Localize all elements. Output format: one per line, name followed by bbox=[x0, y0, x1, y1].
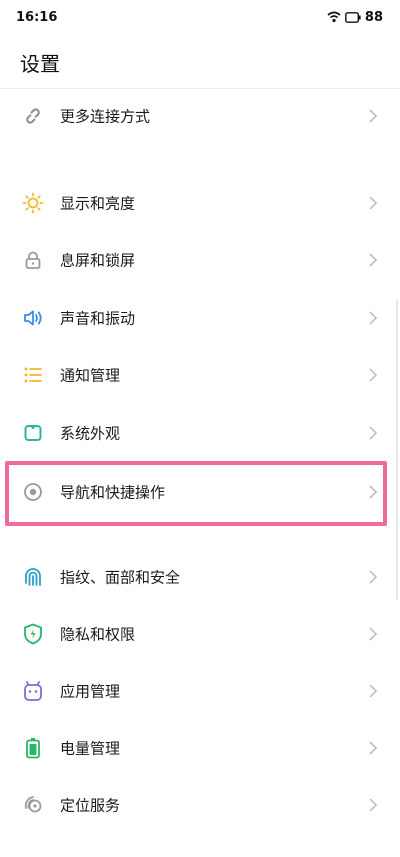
list-icon bbox=[22, 364, 44, 386]
theme-icon bbox=[22, 422, 44, 444]
settings-item-fingerprint-face-security[interactable]: 指纹、面部和安全 bbox=[0, 551, 400, 603]
chevron-right-icon bbox=[369, 311, 378, 325]
settings-item-navigation-shortcuts[interactable]: 导航和快捷操作 bbox=[0, 466, 400, 518]
status-bar: 16:16 88 bbox=[0, 0, 400, 34]
status-icons: 88 bbox=[327, 10, 383, 25]
settings-item-notification-management[interactable]: 通知管理 bbox=[0, 349, 400, 401]
navigation-icon bbox=[22, 481, 44, 503]
battery-level: 88 bbox=[364, 9, 383, 25]
settings-item-label: 导航和快捷操作 bbox=[60, 483, 166, 502]
location-icon bbox=[22, 794, 44, 816]
chevron-right-icon bbox=[369, 109, 378, 123]
settings-item-label: 显示和亮度 bbox=[60, 194, 136, 213]
chevron-right-icon bbox=[369, 196, 378, 210]
settings-item-privacy-permissions[interactable]: 隐私和权限 bbox=[0, 608, 400, 660]
app-icon bbox=[22, 680, 44, 702]
status-time: 16:16 bbox=[16, 9, 58, 25]
settings-item-app-management[interactable]: 应用管理 bbox=[0, 665, 400, 717]
chevron-right-icon bbox=[369, 426, 378, 440]
page-title: 设置 bbox=[20, 52, 60, 76]
settings-item-system-appearance[interactable]: 系统外观 bbox=[0, 407, 400, 459]
settings-item-screen-lock[interactable]: 息屏和锁屏 bbox=[0, 234, 400, 286]
settings-item-location-services[interactable]: 定位服务 bbox=[0, 779, 400, 831]
settings-item-label: 隐私和权限 bbox=[60, 625, 136, 644]
settings-item-label: 息屏和锁屏 bbox=[60, 251, 136, 270]
settings-item-label: 应用管理 bbox=[60, 682, 121, 701]
settings-item-more-connections[interactable]: 更多连接方式 bbox=[0, 90, 400, 142]
header-divider bbox=[0, 88, 400, 89]
chevron-right-icon bbox=[369, 368, 378, 382]
settings-item-label: 电量管理 bbox=[60, 739, 121, 758]
settings-item-display-brightness[interactable]: 显示和亮度 bbox=[0, 177, 400, 229]
scrollbar[interactable] bbox=[396, 300, 398, 600]
chevron-right-icon bbox=[369, 570, 378, 584]
chevron-right-icon bbox=[369, 253, 378, 267]
sun-icon bbox=[22, 192, 44, 214]
chevron-right-icon bbox=[369, 627, 378, 641]
lock-icon bbox=[22, 249, 44, 271]
settings-item-label: 更多连接方式 bbox=[60, 107, 151, 126]
speaker-icon bbox=[22, 307, 44, 329]
chevron-right-icon bbox=[369, 798, 378, 812]
fingerprint-icon bbox=[22, 566, 44, 588]
chevron-right-icon bbox=[369, 485, 378, 499]
wifi-icon bbox=[327, 11, 341, 23]
settings-item-label: 指纹、面部和安全 bbox=[60, 568, 181, 587]
battery-icon bbox=[22, 737, 44, 759]
settings-item-sound-vibration[interactable]: 声音和振动 bbox=[0, 292, 400, 344]
chevron-right-icon bbox=[369, 741, 378, 755]
link-icon bbox=[22, 105, 44, 127]
battery-status-icon bbox=[345, 11, 361, 23]
settings-item-label: 系统外观 bbox=[60, 424, 121, 443]
settings-item-battery-management[interactable]: 电量管理 bbox=[0, 722, 400, 774]
settings-item-label: 通知管理 bbox=[60, 366, 121, 385]
settings-item-label: 声音和振动 bbox=[60, 309, 136, 328]
chevron-right-icon bbox=[369, 684, 378, 698]
shield-icon bbox=[22, 623, 44, 645]
settings-item-label: 定位服务 bbox=[60, 796, 121, 815]
